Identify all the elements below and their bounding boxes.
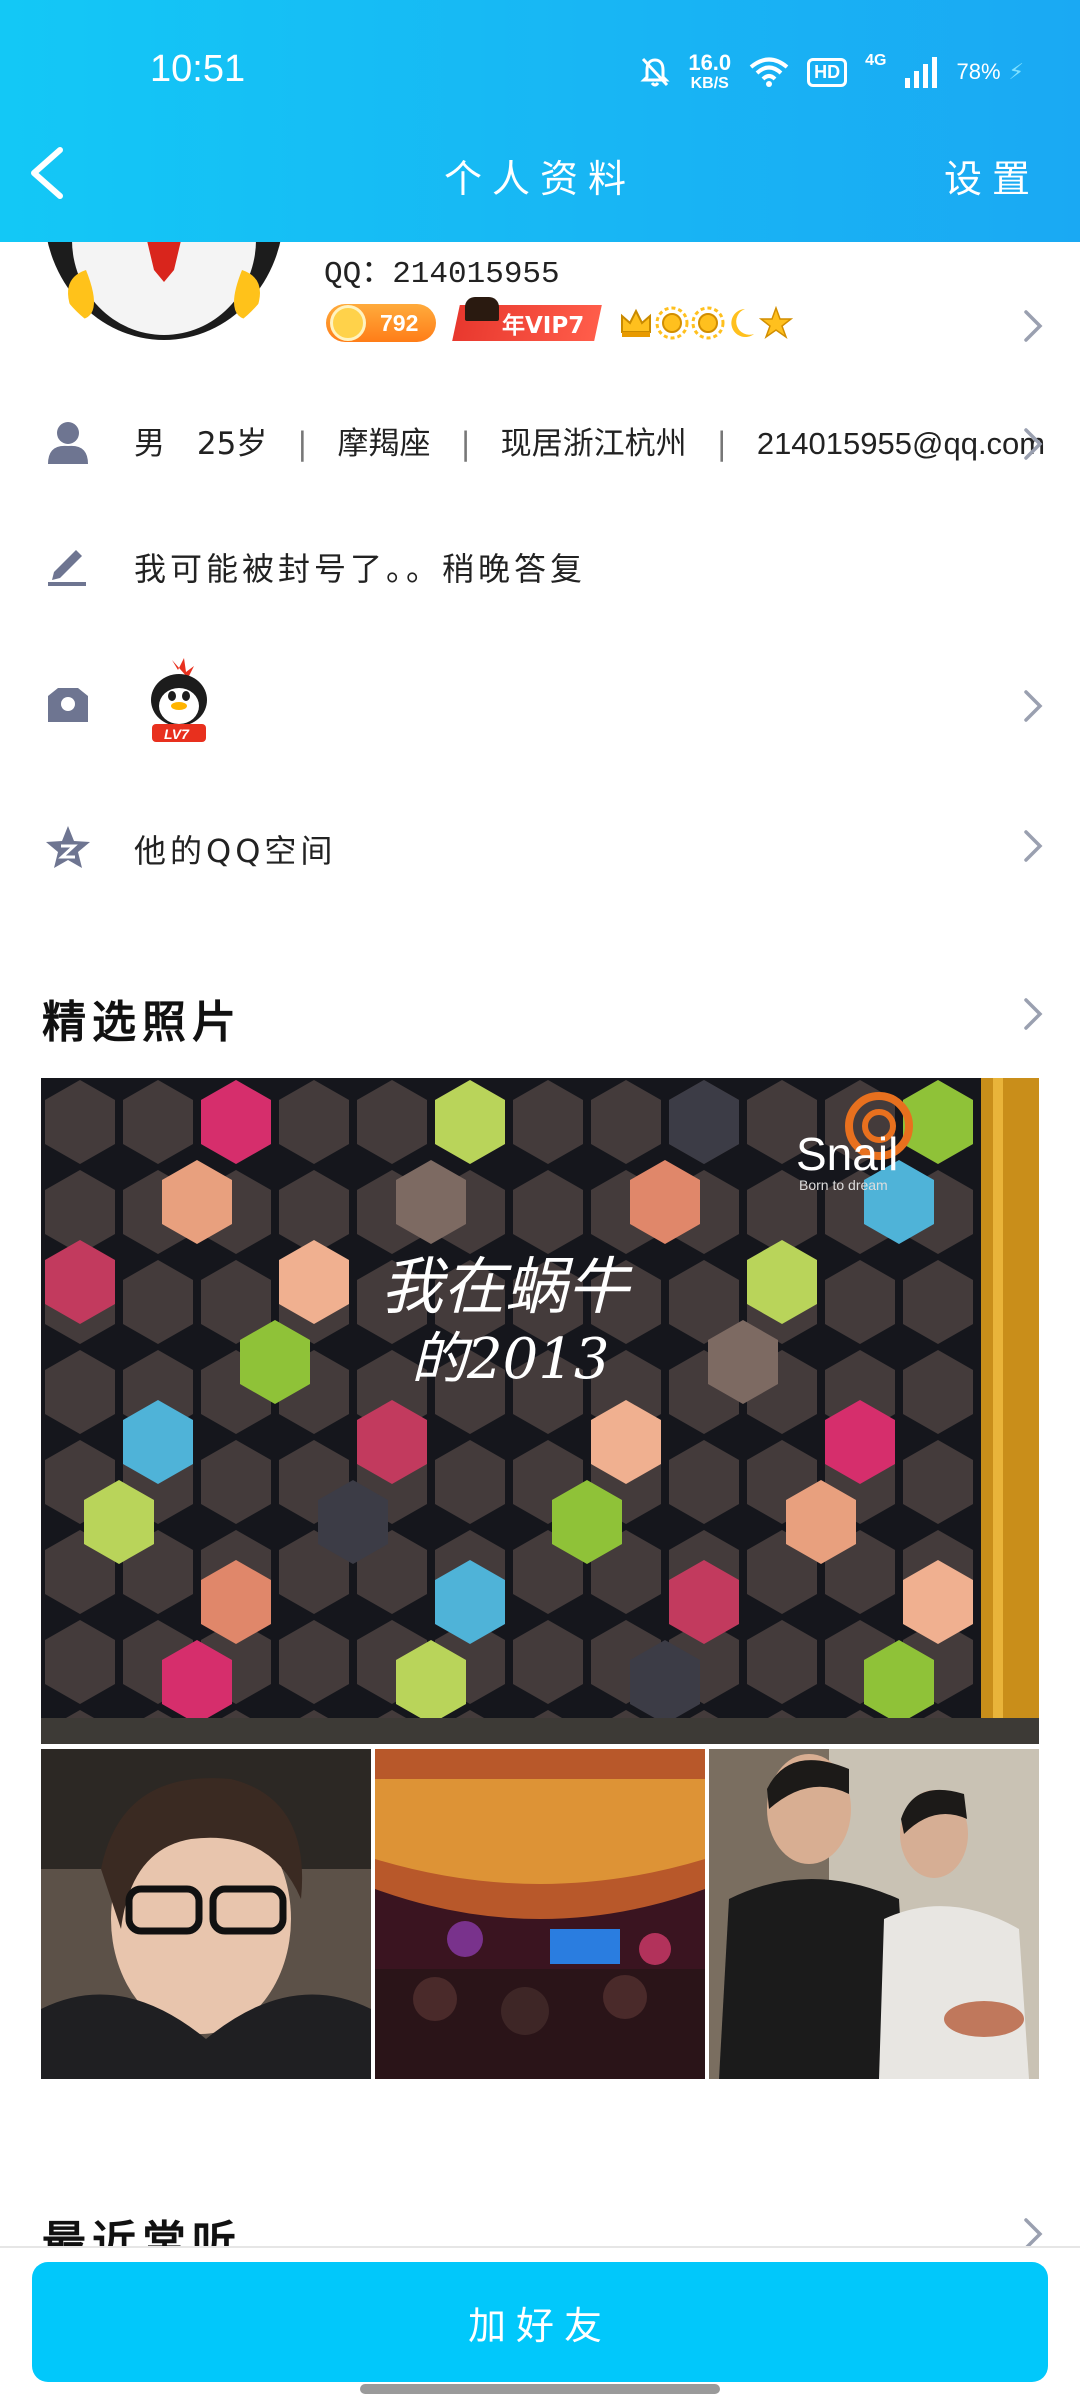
mute-bell-icon [640, 57, 670, 87]
chevron-right-icon[interactable] [1022, 996, 1044, 1032]
chevron-right-icon[interactable] [1022, 828, 1044, 864]
qq-number: QQ：214015955 [324, 257, 560, 292]
coin-badge: 792 [326, 304, 437, 342]
sun-icon-2 [691, 306, 725, 340]
featured-photos-title: 精选照片 [42, 997, 242, 1048]
zodiac: 摩羯座 [337, 426, 431, 462]
gender: 男 [134, 426, 165, 462]
page-title: 个人资料 [443, 157, 636, 201]
hd-badge: HD [807, 57, 848, 87]
coin-count: 792 [380, 309, 419, 336]
status-icons: 16.0 KB/S HD 4G 78% ⚡ [640, 50, 1024, 94]
status-time: 10:51 [150, 48, 246, 90]
brand-slogan: Born to dream [799, 1177, 888, 1193]
coin-icon [330, 305, 366, 341]
signal-icon [904, 57, 937, 88]
chevron-right-icon[interactable] [1022, 688, 1044, 724]
vip-badge: 年VIP7 [452, 297, 603, 341]
wall-text-line1: 我在蜗牛 [381, 1250, 633, 1323]
badge-row[interactable]: 792 年VIP7 [326, 297, 793, 342]
location: 现居浙江杭州 [500, 426, 687, 462]
level-label: LV7 [164, 726, 189, 742]
email: 214015955@qq.com [756, 426, 1046, 461]
badge-shield-icon [48, 688, 88, 722]
two-men-photo-image [709, 1749, 1039, 2079]
level-badge[interactable]: LV7 [144, 656, 214, 746]
portrait-photo-image [41, 1749, 371, 2079]
party-lights-photo-image [375, 1749, 705, 2079]
chevron-right-icon[interactable] [1022, 426, 1044, 462]
chevron-right-icon[interactable] [1022, 308, 1044, 344]
wall-text-line2: 的2013 [411, 1327, 610, 1392]
qzone-star-icon [46, 826, 90, 868]
moon-icon [730, 309, 754, 337]
qq-level-icons [619, 306, 793, 340]
pencil-icon [48, 550, 86, 586]
signature: 我可能被封号了。。稍晚答复 [134, 550, 587, 588]
vip-label: 年VIP7 [502, 313, 585, 339]
add-friend-button[interactable]: 加好友 [32, 2262, 1048, 2382]
photo-thumb-2[interactable] [375, 1749, 705, 2079]
battery-level: 78% [956, 59, 1001, 84]
crown-icon [620, 308, 651, 337]
home-indicator[interactable] [360, 2384, 720, 2394]
photo-thumb-3[interactable] [709, 1749, 1039, 2079]
network-speed: 16.0 KB/S [688, 50, 732, 92]
network-type: 4G [865, 52, 887, 69]
vip-hat-icon [465, 297, 500, 321]
basic-info[interactable]: 男 25岁 | 摩羯座 | 现居浙江杭州 | 214015955@qq.com [134, 418, 1045, 463]
qzone-link[interactable]: 他的QQ空间 [134, 826, 336, 872]
brand-name: Snail [796, 1128, 898, 1180]
star-icon [758, 306, 793, 339]
featured-photo-wall[interactable]: Snail Born to dream 我在蜗牛 的2013 [41, 1078, 1039, 1744]
person-icon [48, 422, 88, 464]
photo-thumb-1[interactable] [41, 1749, 371, 2079]
charging-icon: ⚡ [1008, 59, 1024, 85]
hexagon-photo-wall-image: Snail Born to dream 我在蜗牛 的2013 [41, 1078, 1039, 1744]
settings-button[interactable]: 设置 [944, 148, 1040, 203]
sun-icon [655, 306, 689, 340]
top-bar: 10:51 16.0 KB/S HD 4G 78% ⚡ 个人资料 设置 [0, 0, 1080, 242]
age: 25岁 [196, 426, 268, 462]
wifi-icon [749, 57, 789, 87]
